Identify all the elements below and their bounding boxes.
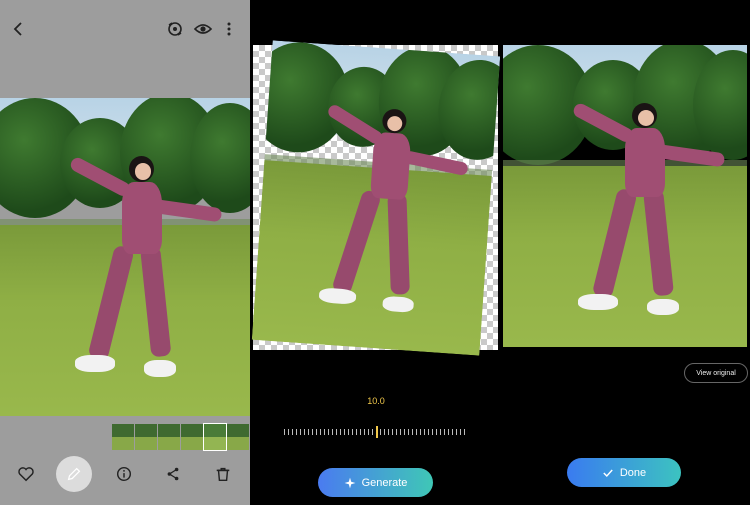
slider-tick: [456, 429, 457, 435]
slider-tick: [404, 429, 405, 435]
info-icon: [116, 466, 132, 482]
thumbnail[interactable]: [135, 424, 157, 450]
eye-icon: [193, 24, 213, 34]
slider-tick: [388, 429, 389, 435]
slider-tick: [464, 429, 465, 435]
thumbnail[interactable]: [181, 424, 203, 450]
slider-tick: [412, 429, 413, 435]
delete-button[interactable]: [213, 465, 233, 485]
person-figure: [553, 100, 733, 333]
slider-tick: [432, 429, 433, 435]
person-figure: [50, 155, 230, 396]
done-button[interactable]: Done: [567, 458, 681, 487]
slider-tick: [436, 429, 437, 435]
rotated-photo[interactable]: [251, 40, 501, 356]
share-icon: [167, 467, 179, 481]
more-vert-icon: [227, 22, 231, 36]
generate-button[interactable]: Generate: [318, 468, 433, 497]
gallery-photo[interactable]: [0, 98, 250, 416]
slider-tick: [292, 429, 293, 435]
slider-tick: [452, 429, 453, 435]
slider-tick: [368, 429, 369, 435]
slider-tick: [352, 429, 353, 435]
slider-tick: [328, 429, 329, 435]
remaster-button[interactable]: [165, 19, 185, 39]
slider-tick: [356, 429, 357, 435]
slider-tick: [444, 429, 445, 435]
done-label: Done: [619, 466, 647, 479]
back-button[interactable]: [9, 19, 29, 39]
slider-tick: [428, 429, 429, 435]
share-button[interactable]: [163, 465, 183, 485]
slider-tick: [308, 429, 309, 435]
slider-tick: [460, 429, 461, 435]
slider-tick: [364, 429, 365, 435]
slider-tick: [372, 429, 373, 435]
slider-tick: [396, 429, 397, 435]
slider-tick: [320, 429, 321, 435]
slider-tick: [340, 429, 341, 435]
trash-icon: [216, 467, 230, 482]
slider-tick: [448, 429, 449, 435]
slider-tick: [284, 429, 285, 435]
slider-tick: [420, 429, 421, 435]
slider-tick: [392, 429, 393, 435]
slider-tick: [332, 429, 333, 435]
slider-tick: [384, 429, 385, 435]
thumbnail[interactable]: [112, 424, 134, 450]
chevron-left-icon: [13, 22, 22, 36]
slider-tick: [304, 429, 305, 435]
pencil-icon: [67, 467, 81, 481]
slider-tick: [424, 429, 425, 435]
sparkle-icon: [344, 477, 355, 488]
generate-label: Generate: [361, 476, 408, 489]
rotation-value: 10.0: [367, 396, 385, 406]
result-photo[interactable]: [503, 45, 747, 347]
preview-button[interactable]: [193, 19, 213, 39]
slider-tick: [344, 429, 345, 435]
thumbnail-strip[interactable]: [112, 423, 250, 451]
thumbnail-selected[interactable]: [203, 423, 227, 451]
slider-tick: [360, 429, 361, 435]
slider-tick: [312, 429, 313, 435]
slider-tick: [300, 429, 301, 435]
slider-tick: [336, 429, 337, 435]
slider-tick: [316, 429, 317, 435]
slider-tick: [296, 429, 297, 435]
info-button[interactable]: [114, 465, 134, 485]
slider-tick: [324, 429, 325, 435]
slider-tick: [380, 429, 381, 435]
slider-tick: [408, 429, 409, 435]
slider-thumb: [376, 426, 378, 438]
check-icon: [603, 469, 613, 477]
slider-tick: [348, 429, 349, 435]
rotation-slider[interactable]: [284, 426, 466, 438]
more-options-button[interactable]: [219, 19, 239, 39]
thumbnail[interactable]: [227, 424, 249, 450]
view-original-button[interactable]: View original: [684, 363, 748, 383]
favorite-button[interactable]: [16, 465, 36, 485]
gallery-viewer-panel: [0, 0, 250, 505]
remaster-icon: [168, 22, 182, 36]
slider-tick: [440, 429, 441, 435]
person-figure: [293, 103, 478, 334]
slider-tick: [288, 429, 289, 435]
slider-tick: [400, 429, 401, 435]
heart-icon: [18, 467, 34, 482]
thumbnail[interactable]: [158, 424, 180, 450]
gallery-top-bar: [0, 0, 250, 58]
slider-tick: [416, 429, 417, 435]
